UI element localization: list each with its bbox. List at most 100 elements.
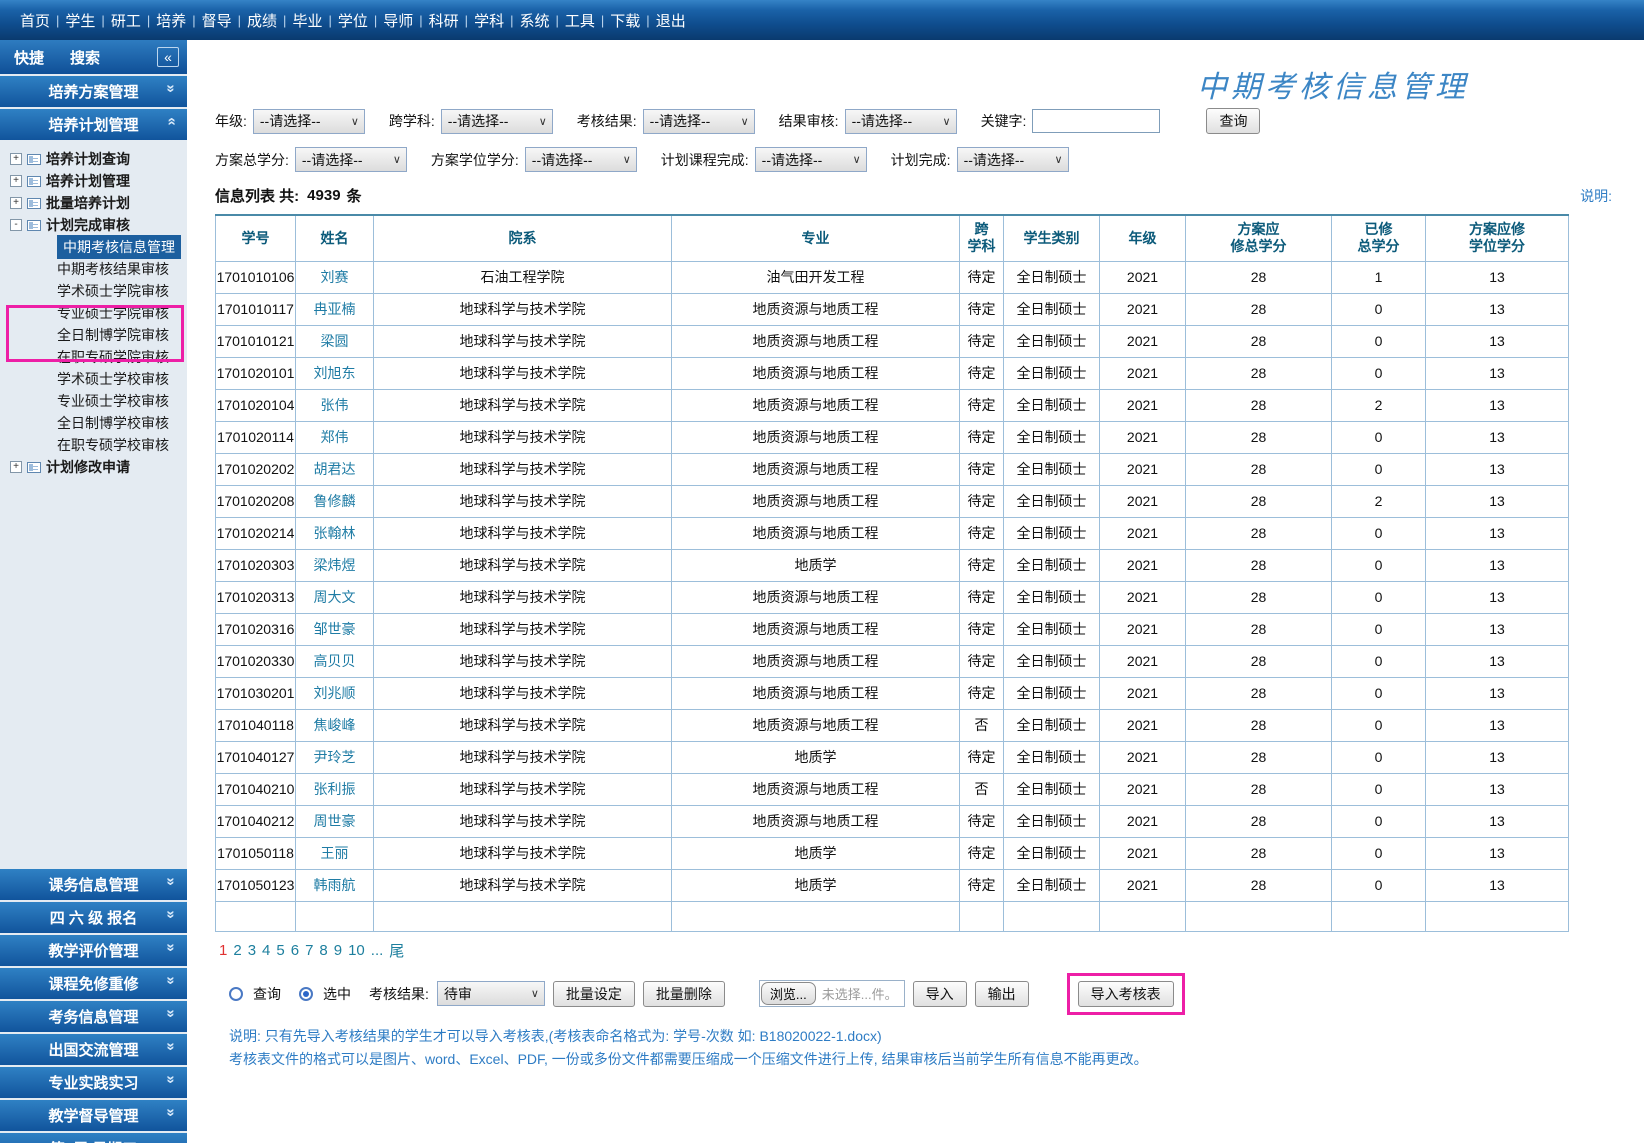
filter-select[interactable]: --请选择--∨ — [957, 147, 1069, 172]
nav-item-工具[interactable]: 工具 — [559, 10, 601, 31]
sidebar-section-课程免修重修[interactable]: 课程免修重修» — [0, 968, 187, 999]
export-button[interactable]: 输出 — [975, 981, 1029, 1007]
batch-set-button[interactable]: 批量设定 — [553, 981, 635, 1007]
keyword-input[interactable] — [1032, 109, 1160, 133]
cell-name-link[interactable]: 周大文 — [296, 581, 374, 613]
sidebar-item-全日制博学院审核[interactable]: 全日制博学院审核 — [0, 324, 187, 346]
filter-select[interactable]: --请选择--∨ — [295, 147, 407, 172]
radio-selected-label[interactable]: 选中 — [323, 984, 351, 1004]
sidebar-section-专业实践实习[interactable]: 专业实践实习» — [0, 1067, 187, 1098]
nav-item-督导[interactable]: 督导 — [196, 10, 238, 31]
cell-name-link[interactable]: 高贝贝 — [296, 645, 374, 677]
result-select[interactable]: 待审 ∨ — [437, 981, 545, 1006]
filter-select[interactable]: --请选择--∨ — [253, 109, 365, 134]
filter-select[interactable]: --请选择--∨ — [643, 109, 755, 134]
page-link-5[interactable]: 5 — [276, 942, 284, 959]
sidebar-item-培养计划管理[interactable]: +培养计划管理 — [0, 170, 187, 192]
nav-item-首页[interactable]: 首页 — [14, 10, 56, 31]
page-link-10[interactable]: 10 — [348, 942, 365, 959]
tree-expand-icon[interactable]: + — [10, 153, 22, 165]
filter-select[interactable]: --请选择--∨ — [755, 147, 867, 172]
tab-search[interactable]: 搜索 — [70, 47, 100, 68]
nav-item-学位[interactable]: 学位 — [332, 10, 374, 31]
page-link-3[interactable]: 3 — [248, 942, 256, 959]
nav-item-退出[interactable]: 退出 — [650, 10, 692, 31]
import-button[interactable]: 导入 — [913, 981, 967, 1007]
page-link-7[interactable]: 7 — [305, 942, 313, 959]
sidebar-item-计划修改申请[interactable]: +计划修改申请 — [0, 456, 187, 478]
page-link-8[interactable]: 8 — [319, 942, 327, 959]
sidebar-item-学术硕士学院审核[interactable]: 学术硕士学院审核 — [0, 280, 187, 302]
sidebar-item-在职专硕学院审核[interactable]: 在职专硕学院审核 — [0, 346, 187, 368]
nav-item-导师[interactable]: 导师 — [377, 10, 419, 31]
cell-name-link[interactable]: 梁炜煜 — [296, 549, 374, 581]
sidebar-item-中期考核结果审核[interactable]: 中期考核结果审核 — [0, 258, 187, 280]
batch-delete-button[interactable]: 批量删除 — [643, 981, 725, 1007]
import-assessment-form-button[interactable]: 导入考核表 — [1078, 981, 1174, 1007]
sidebar-item-专业硕士学校审核[interactable]: 专业硕士学校审核 — [0, 390, 187, 412]
note-link[interactable]: 说明: — [1580, 186, 1612, 206]
tree-collapse-icon[interactable]: - — [10, 219, 22, 231]
cell-name-link[interactable]: 刘赛 — [296, 261, 374, 293]
sidebar-item-专业硕士学院审核[interactable]: 专业硕士学院审核 — [0, 302, 187, 324]
cell-name-link[interactable]: 王丽 — [296, 837, 374, 869]
sidebar-section-培养计划管理[interactable]: 培养计划管理» — [0, 109, 187, 140]
nav-item-培养[interactable]: 培养 — [150, 10, 192, 31]
cell-name-link[interactable]: 鲁修麟 — [296, 485, 374, 517]
nav-item-毕业[interactable]: 毕业 — [286, 10, 328, 31]
cell-name-link[interactable]: 张翰林 — [296, 517, 374, 549]
sidebar-item-全日制博学校审核[interactable]: 全日制博学校审核 — [0, 412, 187, 434]
sidebar-section-课务信息管理[interactable]: 课务信息管理» — [0, 869, 187, 900]
sidebar-item-计划完成审核[interactable]: -计划完成审核 — [0, 214, 187, 236]
filter-select[interactable]: --请选择--∨ — [525, 147, 637, 172]
radio-query-label[interactable]: 查询 — [253, 984, 281, 1004]
sidebar-section-出国交流管理[interactable]: 出国交流管理» — [0, 1034, 187, 1065]
cell-name-link[interactable]: 冉亚楠 — [296, 293, 374, 325]
nav-item-科研[interactable]: 科研 — [423, 10, 465, 31]
cell-name-link[interactable]: 周世豪 — [296, 805, 374, 837]
nav-item-成绩[interactable]: 成绩 — [241, 10, 283, 31]
sidebar-section-考务信息管理[interactable]: 考务信息管理» — [0, 1001, 187, 1032]
sidebar-section-四 六 级 报名[interactable]: 四 六 级 报名» — [0, 902, 187, 933]
sidebar-section-培养方案管理[interactable]: 培养方案管理» — [0, 76, 187, 107]
page-link-2[interactable]: 2 — [233, 942, 241, 959]
sidebar-collapse-icon[interactable]: « — [157, 47, 179, 67]
page-link-9[interactable]: 9 — [334, 942, 342, 959]
nav-item-系统[interactable]: 系统 — [513, 10, 555, 31]
nav-item-研工[interactable]: 研工 — [105, 10, 147, 31]
sidebar-item-在职专硕学校审核[interactable]: 在职专硕学校审核 — [0, 434, 187, 456]
cell-name-link[interactable]: 韩雨航 — [296, 869, 374, 901]
sidebar-item-学术硕士学校审核[interactable]: 学术硕士学校审核 — [0, 368, 187, 390]
browse-button[interactable]: 浏览... — [761, 982, 816, 1005]
tree-expand-icon[interactable]: + — [10, 197, 22, 209]
radio-query[interactable] — [229, 987, 243, 1001]
cell-name-link[interactable]: 焦峻峰 — [296, 709, 374, 741]
page-link-6[interactable]: 6 — [291, 942, 299, 959]
cell-name-link[interactable]: 郑伟 — [296, 421, 374, 453]
cell-name-link[interactable]: 刘兆顺 — [296, 677, 374, 709]
tab-quick[interactable]: 快捷 — [14, 47, 44, 68]
page-link-4[interactable]: 4 — [262, 942, 270, 959]
tree-expand-icon[interactable]: + — [10, 175, 22, 187]
page-last-link[interactable]: 尾 — [389, 940, 404, 961]
file-input[interactable]: 浏览... 未选择...件。 — [759, 980, 905, 1007]
nav-item-下载[interactable]: 下载 — [604, 10, 646, 31]
cell-name-link[interactable]: 邹世豪 — [296, 613, 374, 645]
tree-expand-icon[interactable]: + — [10, 461, 22, 473]
nav-item-学生[interactable]: 学生 — [59, 10, 101, 31]
cell-name-link[interactable]: 张利振 — [296, 773, 374, 805]
cell-name-link[interactable]: 胡君达 — [296, 453, 374, 485]
cell-name-link[interactable]: 尹玲芝 — [296, 741, 374, 773]
sidebar-section-教学督导管理[interactable]: 教学督导管理» — [0, 1100, 187, 1131]
nav-item-学科[interactable]: 学科 — [468, 10, 510, 31]
filter-select[interactable]: --请选择--∨ — [845, 109, 957, 134]
search-button[interactable]: 查询 — [1206, 108, 1260, 134]
cell-name-link[interactable]: 梁圆 — [296, 325, 374, 357]
sidebar-item-培养计划查询[interactable]: +培养计划查询 — [0, 148, 187, 170]
sidebar-section-教学评价管理[interactable]: 教学评价管理» — [0, 935, 187, 966]
sidebar-item-批量培养计划[interactable]: +批量培养计划 — [0, 192, 187, 214]
radio-selected[interactable] — [299, 987, 313, 1001]
filter-select[interactable]: --请选择--∨ — [441, 109, 553, 134]
sidebar-item-中期考核信息管理[interactable]: 中期考核信息管理 — [0, 236, 187, 258]
cell-name-link[interactable]: 刘旭东 — [296, 357, 374, 389]
